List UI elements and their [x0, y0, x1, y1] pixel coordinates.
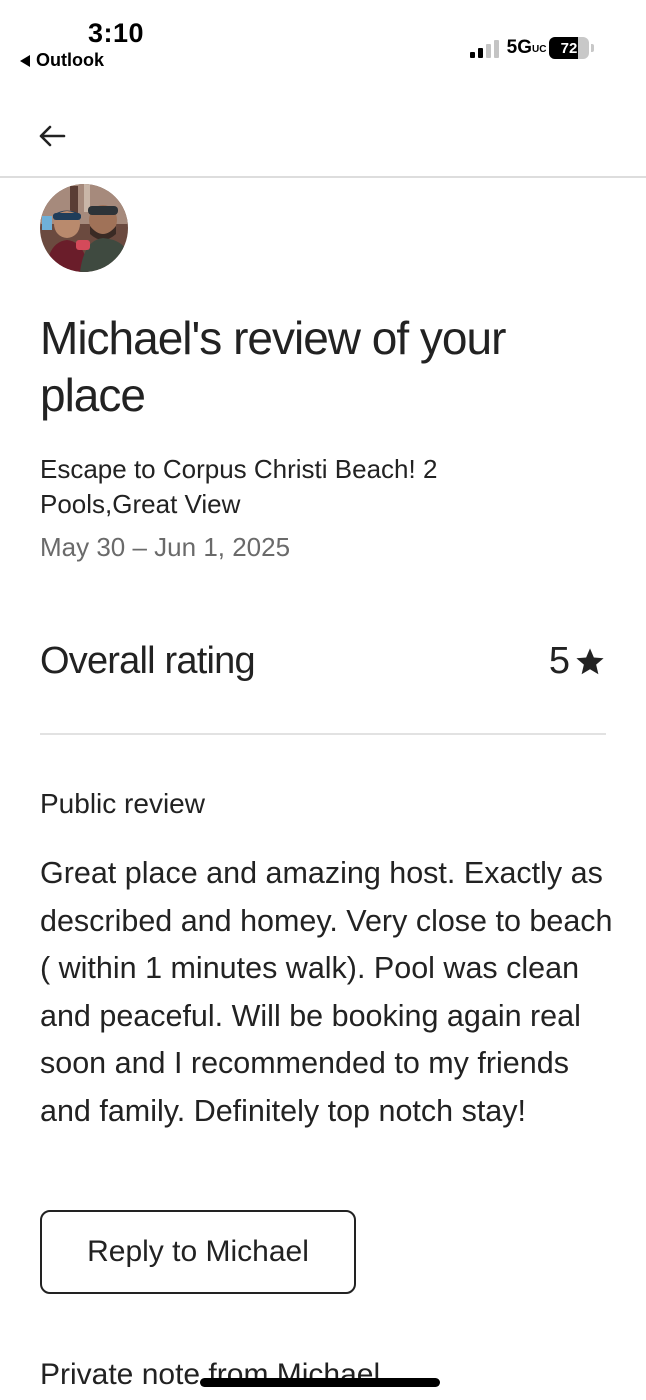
back-button[interactable]	[30, 114, 74, 158]
page-title: Michael's review of your place	[40, 312, 506, 421]
star-icon	[576, 647, 604, 674]
battery-icon: 72	[549, 37, 589, 59]
cellular-signal-icon	[469, 38, 499, 58]
public-review-heading: Public review	[40, 788, 205, 819]
return-to-app-link[interactable]: Outlook	[20, 50, 104, 71]
overall-rating-row: Overall rating 5	[40, 640, 606, 683]
section-divider	[40, 733, 606, 735]
status-bar: 3:10 Outlook 5GUC 72	[0, 0, 646, 80]
overall-rating: 5	[549, 640, 606, 683]
overall-rating-value: 5	[548, 640, 570, 682]
status-time: 3:10	[88, 18, 145, 48]
return-app-label: Outlook	[36, 50, 104, 70]
redaction-mark	[200, 1378, 440, 1387]
network-suffix: UC	[532, 44, 547, 55]
stay-dates: May 30 – Jun 1, 2025	[40, 532, 291, 562]
back-triangle-icon	[20, 54, 30, 67]
battery-cap	[591, 44, 594, 52]
network-type: 5GUC	[506, 37, 547, 58]
listing-title: Escape to Corpus Christi Beach! 2 Pools,…	[40, 454, 438, 519]
user-avatar-photo	[40, 184, 128, 272]
public-review-text: Great place and amazing host. Exactly as…	[40, 856, 613, 1128]
status-indicators: 5GUC 72	[469, 37, 594, 59]
avatar[interactable]	[40, 184, 128, 272]
overall-rating-label: Overall rating	[40, 640, 256, 682]
battery-level: 72	[560, 39, 578, 57]
arrow-left-icon	[39, 125, 66, 147]
reply-button[interactable]: Reply to Michael	[40, 1210, 356, 1294]
navigation-bar	[0, 100, 646, 178]
